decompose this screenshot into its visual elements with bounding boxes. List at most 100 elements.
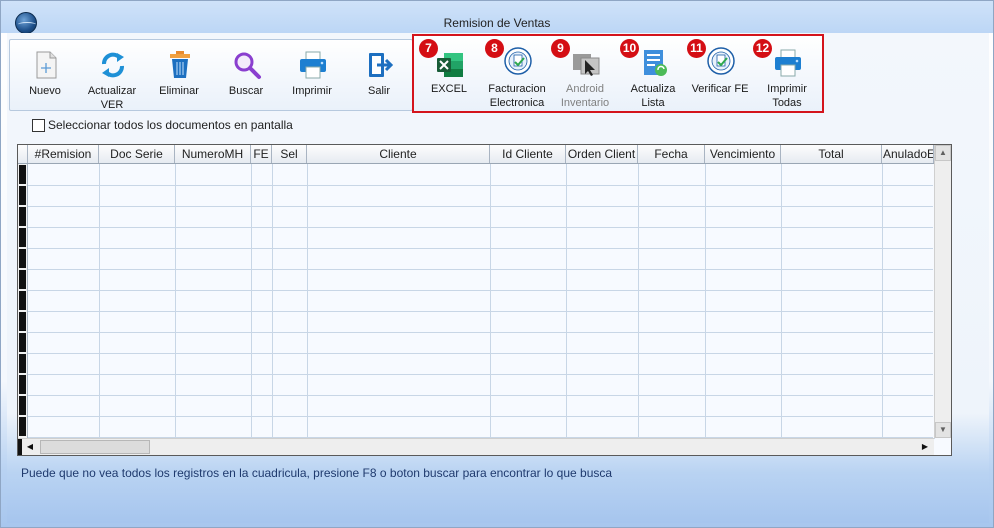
grid-row-line <box>28 248 933 249</box>
scroll-down-button[interactable]: ▼ <box>935 422 951 438</box>
print-button[interactable]: Imprimir <box>280 42 344 108</box>
row-indicator-cell <box>19 270 26 289</box>
row-indicator-header <box>18 145 28 163</box>
grid-row-line <box>28 353 933 354</box>
badge-10: 10 <box>620 39 639 58</box>
row-indicator-cell <box>19 186 26 205</box>
window-title: Remision de Ventas <box>443 16 551 30</box>
row-indicator-cell <box>19 228 26 247</box>
col-doc-serie[interactable]: Doc Serie <box>99 145 175 163</box>
update-list-icon <box>644 50 667 76</box>
col-fe[interactable]: FE <box>251 145 272 163</box>
e-invoice-label: Facturacion Electronica <box>488 83 546 109</box>
grid-header: #Remision Doc Serie NumeroMH FE Sel Clie… <box>18 145 951 164</box>
horizontal-scrollbar[interactable]: ◀ ▶ <box>18 438 934 455</box>
scroll-right-button[interactable]: ▶ <box>917 439 933 455</box>
exit-button[interactable]: Salir <box>347 42 411 108</box>
row-indicator-cell <box>19 291 26 310</box>
col-total[interactable]: Total <box>781 145 882 163</box>
grid-col-line <box>272 164 273 439</box>
grid-col-line <box>705 164 706 439</box>
grid-row-line <box>28 416 933 417</box>
printer-icon <box>300 51 326 79</box>
grid-row-line <box>28 206 933 207</box>
search-icon <box>234 52 261 79</box>
app-window: Remision de Ventas Nuevo Actualizar VER <box>0 0 994 528</box>
select-all-checkbox[interactable] <box>32 119 45 132</box>
verify-fe-seal-icon <box>707 47 735 75</box>
row-indicator-cell <box>19 249 26 268</box>
col-id-cliente[interactable]: Id Cliente <box>490 145 566 163</box>
col-cliente[interactable]: Cliente <box>307 145 490 163</box>
scroll-left-button[interactable]: ◀ <box>22 439 38 455</box>
extended-toolbar: EXCEL Facturacion Electronica Android In… <box>412 34 824 113</box>
badge-9: 9 <box>551 39 570 58</box>
excel-label: EXCEL <box>430 83 468 95</box>
exit-icon <box>369 53 394 77</box>
grid-row-line <box>28 311 933 312</box>
e-invoice-seal-icon <box>504 47 532 75</box>
row-indicator-cell <box>19 207 26 226</box>
row-indicator-cell <box>19 165 26 184</box>
grid-row-line <box>28 395 933 396</box>
badge-7: 7 <box>419 39 438 58</box>
delete-label: Eliminar <box>159 85 199 97</box>
exit-label: Salir <box>367 85 390 97</box>
grid-row-line <box>28 185 933 186</box>
grid-col-line <box>566 164 567 439</box>
new-document-icon <box>36 51 57 79</box>
col-sel[interactable]: Sel <box>272 145 307 163</box>
main-toolbar: Nuevo Actualizar VER Eliminar Buscar Imp… <box>9 39 413 111</box>
trash-icon <box>170 51 190 78</box>
grid-row-line <box>28 269 933 270</box>
title-bar: Remision de Ventas <box>1 1 993 34</box>
col-vencimiento[interactable]: Vencimiento <box>705 145 781 163</box>
grid-row-line <box>28 332 933 333</box>
row-indicator-cell <box>19 375 26 394</box>
search-button[interactable]: Buscar <box>214 42 278 108</box>
grid-col-line <box>307 164 308 439</box>
vertical-scrollbar[interactable]: ▲ ▼ <box>934 145 951 438</box>
refresh-icon <box>102 52 124 78</box>
print-all-label: Imprimir Todas <box>767 83 807 109</box>
scroll-up-button[interactable]: ▲ <box>935 145 951 161</box>
col-remision[interactable]: #Remision <box>28 145 99 163</box>
android-inventory-label: Android Inventario <box>560 83 610 109</box>
badge-8: 8 <box>485 39 504 58</box>
grid-col-line <box>781 164 782 439</box>
delete-button[interactable]: Eliminar <box>147 42 211 108</box>
row-indicator-column <box>18 164 28 455</box>
grid-col-line <box>175 164 176 439</box>
grid-row-line <box>28 374 933 375</box>
horizontal-scroll-thumb[interactable] <box>40 440 150 454</box>
grid-col-line <box>490 164 491 439</box>
row-indicator-cell <box>19 312 26 331</box>
badge-11: 11 <box>687 39 706 58</box>
grid-col-line <box>638 164 639 439</box>
new-button[interactable]: Nuevo <box>13 42 77 108</box>
status-message: Puede que no vea todos los registros en … <box>21 466 613 480</box>
row-indicator-cell <box>19 354 26 373</box>
col-anulado[interactable]: AnuladoE <box>882 145 934 163</box>
row-indicator-cell <box>19 396 26 415</box>
grid-col-line <box>251 164 252 439</box>
verify-fe-label: Verificar FE <box>691 83 749 95</box>
refresh-button[interactable]: Actualizar VER <box>80 42 144 111</box>
grid-col-line <box>882 164 883 439</box>
excel-icon <box>437 53 463 77</box>
print-label: Imprimir <box>292 85 332 97</box>
print-all-icon <box>775 49 801 77</box>
update-list-label: Actualiza Lista <box>630 83 676 109</box>
row-indicator-cell <box>19 333 26 352</box>
row-indicator-cell <box>19 417 26 436</box>
col-fecha[interactable]: Fecha <box>638 145 705 163</box>
new-label: Nuevo <box>29 85 61 97</box>
col-numero-mh[interactable]: NumeroMH <box>175 145 251 163</box>
grid-row-line <box>28 227 933 228</box>
select-all-label: Seleccionar todos los documentos en pant… <box>48 118 293 132</box>
grid-col-line <box>99 164 100 439</box>
documents-grid[interactable]: #Remision Doc Serie NumeroMH FE Sel Clie… <box>17 144 952 456</box>
grid-row-line <box>28 290 933 291</box>
col-orden-cliente[interactable]: Orden Client <box>566 145 638 163</box>
refresh-label: Actualizar VER <box>87 85 137 111</box>
